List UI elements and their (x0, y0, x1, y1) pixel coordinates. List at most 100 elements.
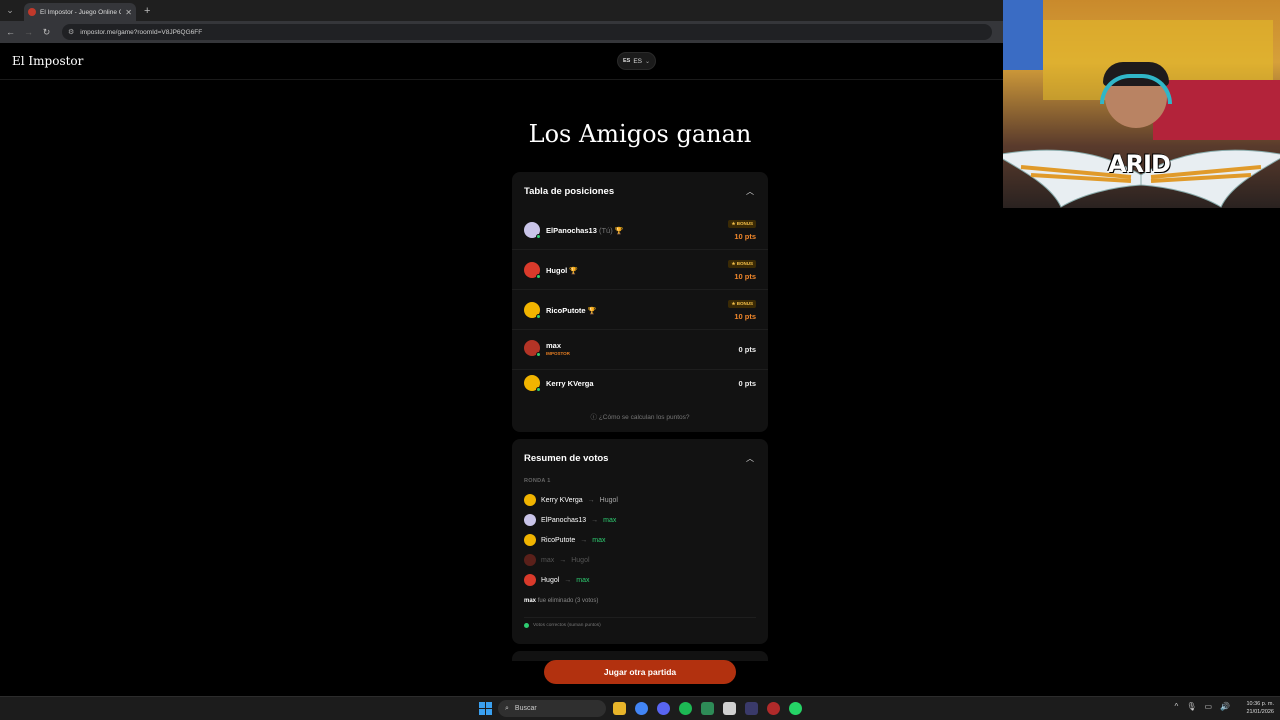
language-selector[interactable]: ES ES ⌄ (617, 52, 656, 70)
green-dot-icon (524, 623, 529, 628)
address-bar: ← → ↻ ⚙ impostor.me/game?roomId=V8JP6QG6… (0, 21, 1003, 43)
flag-icon: ES (622, 58, 631, 64)
windows-start-icon[interactable] (479, 702, 492, 715)
votes-summary-card: Resumen de votos ︿ RONDA 1 Kerry KVerga … (512, 439, 768, 644)
browser-tabbar: ⌄ El Impostor - Juego Online Gra ✕ + (0, 0, 1003, 21)
vote-row: Hugol → max (524, 573, 590, 587)
trophy-icon: 🏆 (569, 268, 579, 275)
arrow-right-icon: → (587, 496, 595, 504)
site-logo[interactable]: El Impostor (12, 54, 83, 68)
taskbar-search[interactable]: ⌕ Buscar (498, 700, 606, 717)
player-name: RicoPutote 🏆 (546, 306, 597, 315)
online-indicator (536, 234, 541, 239)
arrow-right-icon: → (564, 576, 572, 584)
arrow-right-icon: → (580, 536, 588, 544)
clock-date: 21/01/2026 (1246, 709, 1274, 715)
favicon-icon (28, 8, 36, 16)
site-info-icon[interactable]: ⚙ (68, 28, 74, 36)
player-points: 0 pts (738, 345, 756, 354)
display-icon[interactable]: ▭ (1204, 702, 1212, 711)
vote-row: ElPanochas13 → max (524, 513, 616, 527)
tab-title: El Impostor - Juego Online Gra (40, 8, 122, 16)
online-indicator (536, 387, 541, 392)
system-tray: ^ 🎙 ▭ 🔊 (1175, 702, 1230, 711)
avatar (524, 574, 536, 586)
leaderboard-heading[interactable]: Tabla de posiciones (524, 186, 614, 197)
leaderboard-row: Kerry KVerga 0 pts (512, 366, 768, 406)
player-points: 10 pts (734, 272, 756, 281)
whatsapp-icon[interactable] (789, 702, 802, 715)
vote-target: max (603, 516, 617, 524)
leaderboard-row: max IMPOSTOR 0 pts (512, 330, 768, 370)
xbox-icon[interactable] (701, 702, 714, 715)
avatar (524, 494, 536, 506)
divider (524, 617, 756, 618)
info-icon: ⓘ (590, 414, 598, 421)
vote-target: Hugol (599, 496, 618, 504)
spotify-icon[interactable] (679, 702, 692, 715)
chrome-icon[interactable] (635, 702, 648, 715)
voter-name: Hugol (541, 576, 560, 584)
play-again-button[interactable]: Jugar otra partida (544, 660, 736, 684)
vote-row: max → Hugol (524, 553, 590, 567)
you-tag: (Tú) (598, 226, 613, 235)
player-name: Hugol 🏆 (546, 266, 579, 275)
elimination-summary: max fue eliminado (3 votos) (524, 598, 599, 604)
webcam-overlay: ARID (1003, 0, 1280, 208)
chevron-up-icon[interactable]: ︿ (746, 186, 754, 197)
vote-target: max (576, 576, 590, 584)
chevron-down-icon: ⌄ (644, 58, 651, 65)
points-help-link[interactable]: ⓘ ¿Cómo se calculan los puntos? (512, 411, 768, 421)
avatar (524, 514, 536, 526)
leaderboard-card: Tabla de posiciones ︿ ElPanochas13 (Tú) … (512, 172, 768, 432)
online-indicator (536, 274, 541, 279)
microphone-icon[interactable]: 🎙 (1186, 702, 1196, 711)
arrow-right-icon: → (591, 516, 599, 524)
leaderboard-row: Hugol 🏆 ★ BONUS 10 pts (512, 250, 768, 290)
avatar (524, 554, 536, 566)
arrow-right-icon: → (559, 556, 567, 564)
bonus-badge: ★ BONUS (728, 300, 756, 308)
votes-heading[interactable]: Resumen de votos (524, 453, 608, 464)
forward-icon[interactable]: → (24, 27, 33, 37)
vote-target: max (592, 536, 606, 544)
discord-icon[interactable] (657, 702, 670, 715)
volume-icon[interactable]: 🔊 (1220, 702, 1230, 711)
webcam-bed (1153, 80, 1280, 140)
new-tab-icon[interactable]: + (144, 5, 150, 17)
reload-icon[interactable]: ↻ (42, 27, 51, 38)
leaderboard-row: RicoPutote 🏆 ★ BONUS 10 pts (512, 290, 768, 330)
round-label: RONDA 1 (524, 478, 551, 484)
browser-tab[interactable]: El Impostor - Juego Online Gra ✕ (24, 3, 136, 21)
leaderboard-row: ElPanochas13 (Tú) 🏆 ★ BONUS 10 pts (512, 210, 768, 250)
webcam-background (1003, 0, 1043, 70)
impostor-label: IMPOSTOR (546, 351, 570, 356)
online-indicator (536, 314, 541, 319)
vote-target: Hugol (571, 556, 590, 564)
bonus-badge: ★ BONUS (728, 260, 756, 268)
search-icon: ⌕ (505, 704, 509, 712)
avatar (524, 534, 536, 546)
tab-close-icon[interactable]: ✕ (125, 8, 132, 17)
voter-name: RicoPutote (541, 536, 576, 544)
app-icon[interactable] (745, 702, 758, 715)
voter-name: ElPanochas13 (541, 516, 587, 524)
taskbar-clock[interactable]: 10:36 p. m. 21/01/2026 (1246, 700, 1274, 716)
player-points: 10 pts (734, 312, 756, 321)
result-title: Los Amigos ganan (528, 120, 752, 148)
tab-search-icon[interactable]: ⌄ (0, 0, 20, 21)
obs-icon[interactable] (767, 702, 780, 715)
file-explorer-icon[interactable] (613, 702, 626, 715)
url-field[interactable]: ⚙ impostor.me/game?roomId=V8JP6QG6FF (62, 24, 992, 40)
chevron-up-icon[interactable]: ︿ (746, 453, 754, 464)
back-icon[interactable]: ← (6, 27, 15, 37)
taskbar: ⌕ Buscar ^ 🎙 ▭ 🔊 10:36 p. m. 21/01/2026 (0, 696, 1280, 720)
player-name: ElPanochas13 (Tú) 🏆 (546, 226, 624, 235)
vote-row: Kerry KVerga → Hugol (524, 493, 618, 507)
player-points: 10 pts (734, 232, 756, 241)
calculator-icon[interactable] (723, 702, 736, 715)
player-points: 0 pts (738, 379, 756, 388)
chevron-up-icon[interactable]: ^ (1175, 702, 1179, 711)
bonus-badge: ★ BONUS (728, 220, 756, 228)
language-code: ES (633, 57, 642, 65)
